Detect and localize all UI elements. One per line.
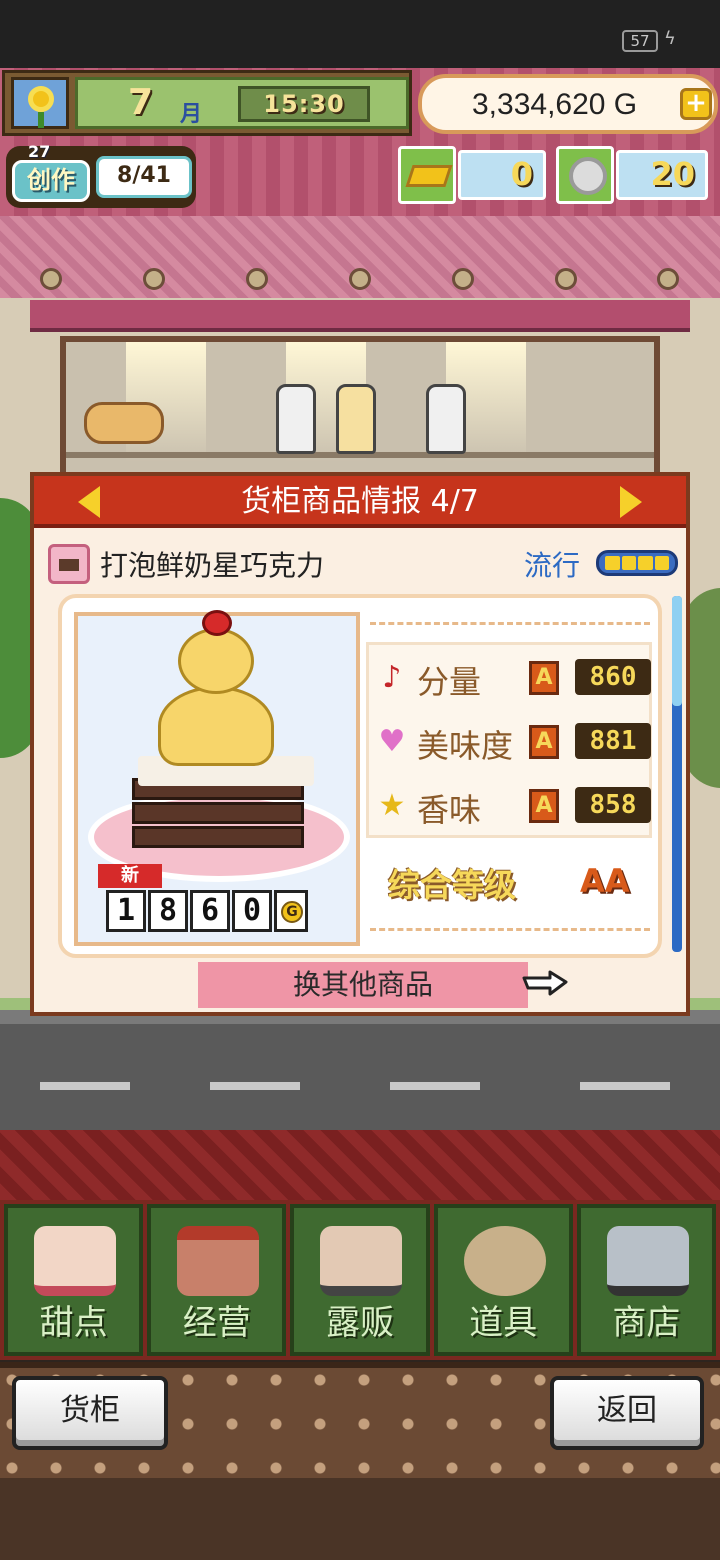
add-money-button[interactable]: +	[680, 88, 712, 120]
nav-label: 经营	[182, 1303, 251, 1343]
charging-icon: ϟ	[664, 28, 676, 49]
chef-sprite	[276, 384, 316, 454]
pointing-hand-icon	[522, 970, 568, 996]
chef-sprite	[426, 384, 466, 454]
sunflower-icon	[11, 77, 69, 129]
medal-count: 20	[616, 150, 708, 200]
bottom-strip	[0, 1478, 720, 1560]
panel-scrollbar[interactable]	[672, 596, 682, 952]
food-truck-icon	[320, 1226, 403, 1296]
nav-label: 甜点	[39, 1303, 108, 1343]
calendar-bar[interactable]: 7 月 15:30	[2, 70, 412, 136]
shop-window	[60, 336, 660, 486]
month-unit: 月	[180, 102, 203, 127]
product-info-panel: 货柜商品情报 4/7 打泡鲜奶星巧克力 流行 新 1 8 6 0 G ♪ 分量 …	[30, 472, 690, 1016]
nav-items[interactable]: 道具	[433, 1204, 573, 1356]
cake-slice-icon	[48, 544, 90, 584]
star-icon: ★	[378, 788, 406, 823]
nav-dessert[interactable]: 甜点	[4, 1204, 144, 1356]
stat-value: 860	[575, 659, 651, 695]
nav-label: 道具	[469, 1303, 538, 1343]
new-badge: 新	[98, 864, 162, 888]
panel-title: 货柜商品情报 4/7	[241, 484, 479, 519]
medal-counter: 20	[556, 146, 710, 204]
item-row: 打泡鲜奶星巧克力 流行	[46, 540, 678, 586]
stat-grade: A	[529, 789, 559, 823]
cream-top	[178, 628, 254, 694]
change-product-button[interactable]: 换其他商品	[198, 962, 528, 1008]
overall-rating-grade: AA	[580, 862, 630, 900]
flower-bed	[0, 1130, 720, 1200]
stat-row-taste: ♥ 美味度 A 881	[375, 717, 655, 767]
counter-button[interactable]: 货柜	[12, 1376, 168, 1450]
product-image: 新 1 8 6 0 G	[74, 610, 360, 946]
item-name: 打泡鲜奶星巧克力	[100, 549, 325, 582]
awning-dots	[0, 268, 720, 298]
heart-icon: ♥	[378, 724, 406, 759]
nav-label: 商店	[612, 1303, 681, 1343]
price-digit: 0	[232, 890, 272, 932]
cream-tower	[158, 686, 274, 766]
create-count: 8/41	[96, 156, 192, 198]
stats-panel: ♪ 分量 A 860 ♥ 美味度 A 881 ★ 香味 A 858	[366, 642, 652, 838]
gold-bar-count: 0	[458, 150, 546, 200]
stat-label: 分量	[417, 663, 482, 701]
stat-label: 香味	[417, 791, 482, 829]
shop-icon	[177, 1226, 260, 1296]
status-bar: 57 ϟ	[0, 0, 720, 68]
gear-bag-icon	[463, 1226, 546, 1296]
gold-bar-icon	[398, 146, 456, 204]
stat-label: 美味度	[417, 727, 514, 765]
road	[0, 1010, 720, 1130]
money-amount: 3,334,620 G	[472, 88, 638, 121]
cake-icon	[34, 1226, 116, 1296]
product-detail-card: 新 1 8 6 0 G ♪ 分量 A 860 ♥ 美味度 A 881 ★ 香味 …	[58, 594, 662, 958]
music-note-icon: ♪	[382, 660, 402, 695]
back-button[interactable]: 返回	[550, 1376, 704, 1450]
battery-indicator: 57	[622, 30, 658, 52]
stat-grade: A	[529, 725, 559, 759]
price-display: 1 8 6 0 G	[106, 890, 308, 932]
price-digit: 1	[106, 890, 146, 932]
stat-row-aroma: ★ 香味 A 858	[375, 781, 655, 831]
trend-meter	[596, 550, 678, 576]
next-arrow-icon[interactable]	[620, 486, 642, 518]
gold-coin-icon: G	[274, 890, 308, 932]
create-badge: 创作	[12, 160, 90, 202]
price-digit: 8	[148, 890, 188, 932]
stat-row-volume: ♪ 分量 A 860	[375, 653, 655, 703]
month-number: 7	[128, 82, 154, 123]
medal-icon	[556, 146, 614, 204]
create-progress[interactable]: 27 创作 8/41	[6, 142, 196, 208]
main-nav: 甜点 经营 露贩 道具 商店	[0, 1200, 720, 1360]
chef-sprite	[336, 384, 376, 454]
nav-street-stall[interactable]: 露贩	[290, 1204, 430, 1356]
gold-bar-counter: 0	[398, 146, 548, 204]
nav-manage[interactable]: 经营	[147, 1204, 287, 1356]
shop-sign	[30, 300, 690, 332]
nav-store[interactable]: 商店	[576, 1204, 717, 1356]
date-time-panel: 7 月 15:30	[75, 77, 409, 129]
create-level: 27	[28, 142, 51, 161]
stat-value: 858	[575, 787, 651, 823]
trend-label: 流行	[524, 549, 581, 582]
nav-label: 露贩	[326, 1303, 394, 1343]
shopping-cart-icon	[606, 1226, 689, 1296]
overall-rating-label: 综合等级	[388, 866, 517, 904]
money-display: 3,334,620 G +	[418, 74, 718, 134]
stat-grade: A	[529, 661, 559, 695]
stats-area: ♪ 分量 A 860 ♥ 美味度 A 881 ★ 香味 A 858 综合等级 A…	[362, 612, 652, 942]
cherry-icon	[202, 610, 232, 636]
price-digit: 6	[190, 890, 230, 932]
panel-header: 货柜商品情报 4/7	[34, 476, 686, 528]
stat-value: 881	[575, 723, 651, 759]
bread-display	[84, 402, 164, 444]
clock: 15:30	[238, 86, 370, 122]
